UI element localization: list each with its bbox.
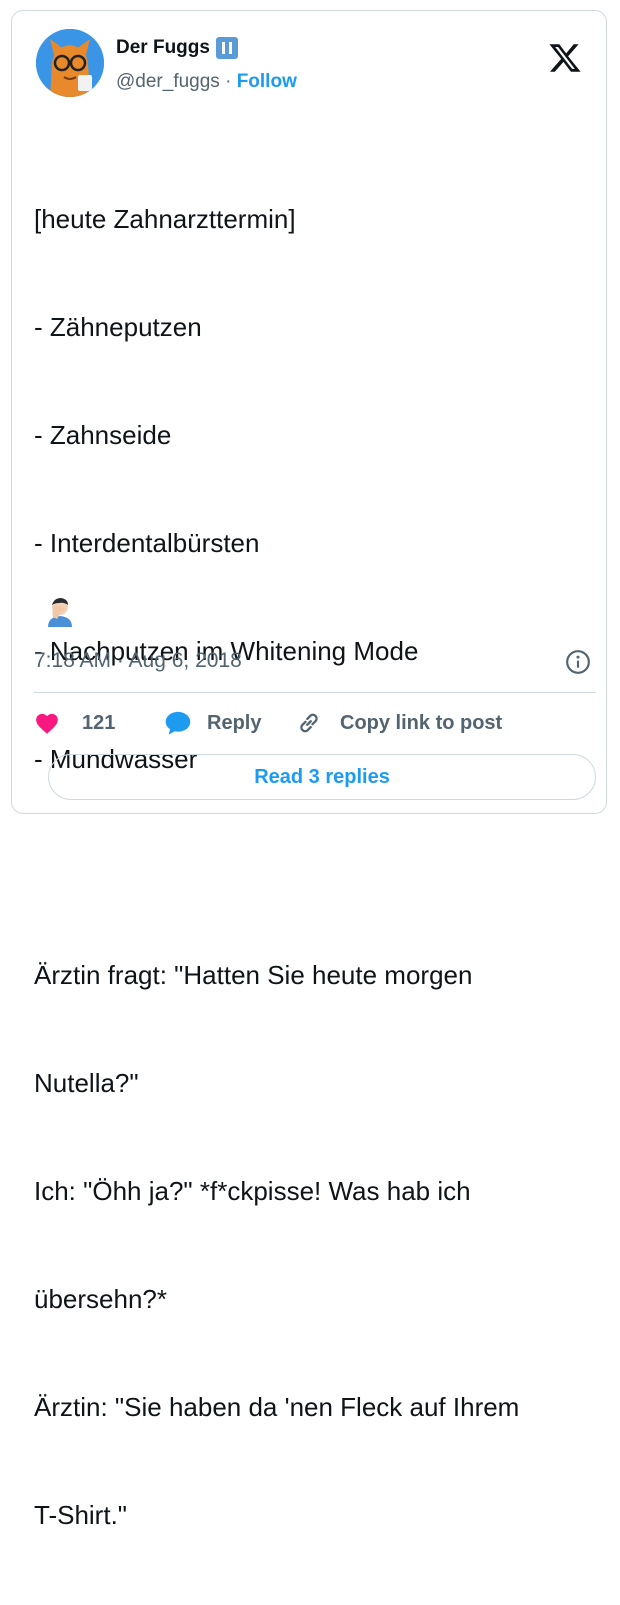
divider xyxy=(34,692,596,693)
tweet-line: - Zähneputzen xyxy=(34,312,202,342)
info-icon[interactable] xyxy=(565,649,591,675)
tweet-line: Nutella?" xyxy=(34,1068,139,1098)
handle-separator: · xyxy=(219,71,237,92)
handle-row: @der_fuggs · Follow xyxy=(116,71,297,93)
author-handle[interactable]: @der_fuggs xyxy=(116,71,220,92)
tweet-line: Ärztin fragt: "Hatten Sie heute morgen xyxy=(34,960,473,990)
x-logo-icon[interactable] xyxy=(548,41,582,75)
tweet-line: Ärztin: "Sie haben da 'nen Fleck auf Ihr… xyxy=(34,1392,520,1422)
pause-badge-icon xyxy=(215,37,238,59)
reply-button[interactable]: Reply xyxy=(164,710,295,736)
tweet-line xyxy=(34,849,604,885)
tweet-line: T-Shirt." xyxy=(34,1500,128,1530)
like-button[interactable]: 121 xyxy=(34,711,164,735)
like-count: 121 xyxy=(82,711,116,734)
link-icon xyxy=(300,713,318,733)
reply-label: Reply xyxy=(207,711,262,734)
tweet-line: Ich: "Öhh ja?" *f*ckpisse! Was hab ich xyxy=(34,1176,471,1206)
copy-link-button[interactable]: Copy link to post xyxy=(295,709,502,737)
tweet-line: [heute Zahnarzttermin] xyxy=(34,204,296,234)
heart-icon xyxy=(36,713,58,734)
tweet-line: übersehn?* xyxy=(34,1284,167,1314)
reply-bubble-icon xyxy=(165,711,191,735)
tweet-text: [heute Zahnarzttermin] - Zähneputzen - Z… xyxy=(34,129,604,1605)
author-row: Der Fuggs xyxy=(116,37,238,59)
follow-button[interactable]: Follow xyxy=(237,71,297,92)
avatar[interactable] xyxy=(36,29,104,97)
author-name[interactable]: Der Fuggs xyxy=(116,37,210,59)
tweet-line: - Interdentalbürsten xyxy=(34,528,260,558)
action-bar: 121 Reply Copy link to post xyxy=(34,706,502,740)
read-replies-button[interactable]: Read 3 replies xyxy=(48,754,596,800)
tweet-line: - Zahnseide xyxy=(34,420,172,450)
copy-link-label: Copy link to post xyxy=(340,711,503,734)
facepalm-emoji-icon xyxy=(48,598,72,627)
tweet-card: Der Fuggs @der_fuggs · Follow [heute Zah… xyxy=(11,10,607,1530)
timestamp[interactable]: 7:18 AM · Aug 6, 2018 xyxy=(34,649,242,673)
